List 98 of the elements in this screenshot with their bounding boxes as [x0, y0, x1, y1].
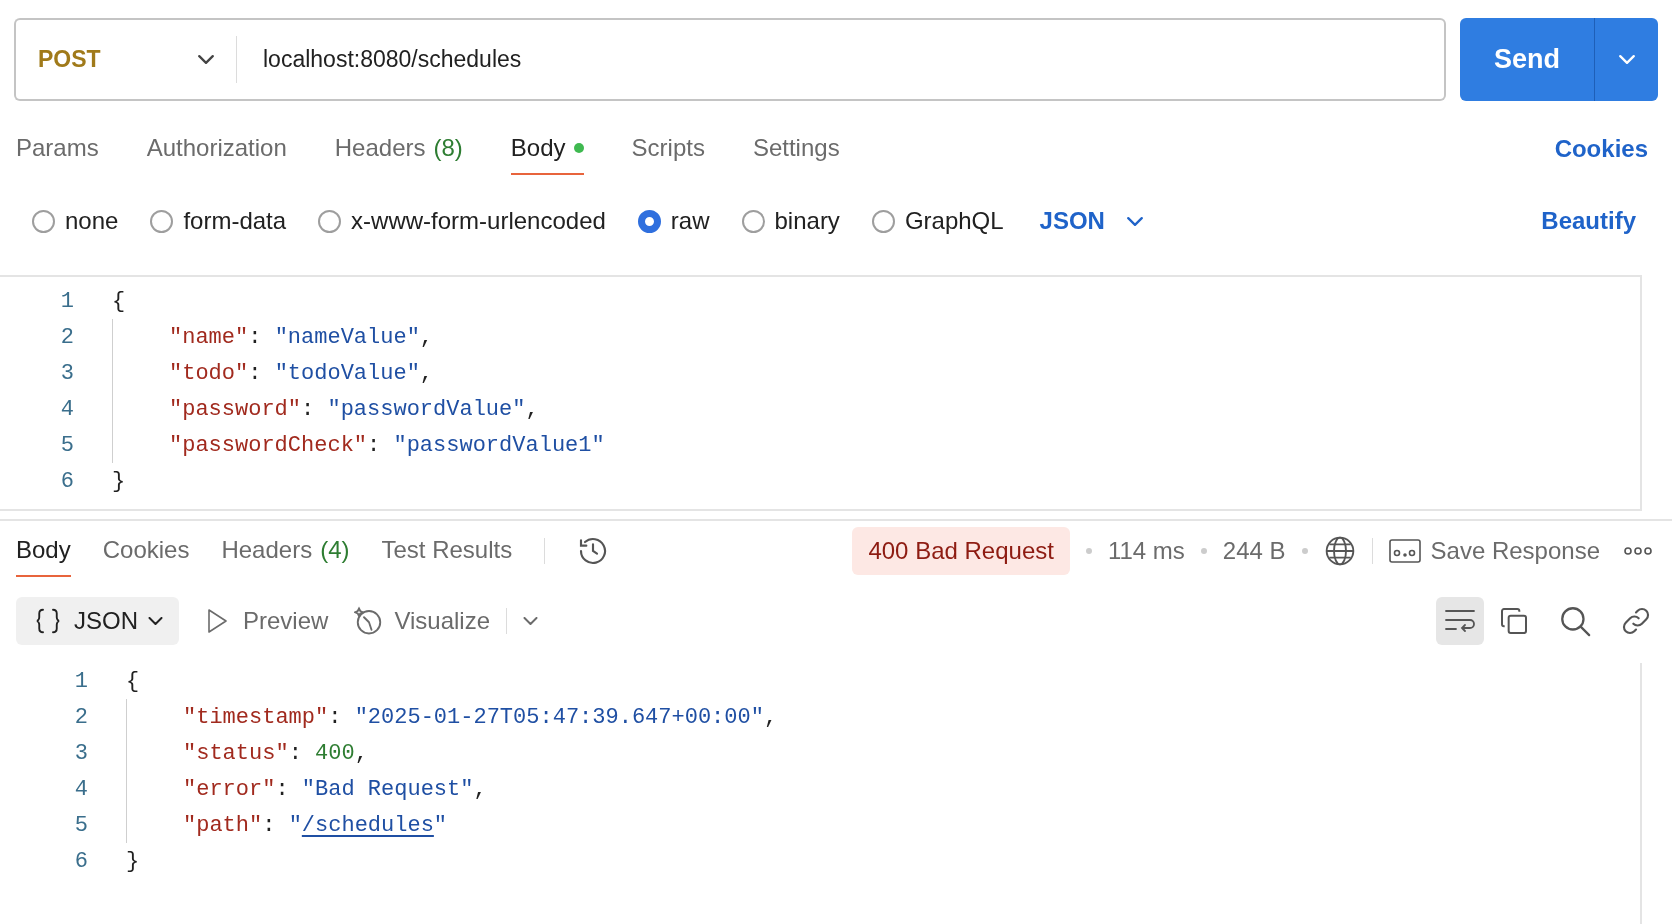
code-token: "passwordValue1"	[393, 431, 605, 460]
response-time: 114 ms	[1107, 536, 1185, 566]
code-token: "error"	[183, 775, 276, 804]
code-token: ,	[419, 359, 434, 388]
tab-count: (4)	[320, 535, 350, 565]
response-viewer[interactable]: 1 { 2 "timestamp": "2025-01-27T05:47:39.647+00:00", 3 "status": 400, 4 "error": "Bad Request", 5 "path": "/schedules" 6 }	[16, 663, 1642, 924]
radio-button[interactable]	[871, 209, 895, 233]
line-number: 1	[59, 287, 74, 316]
radio-button[interactable]	[32, 209, 55, 233]
radio-option[interactable]: x-www-form-urlencoded	[318, 203, 606, 239]
tab[interactable]: Scripts	[631, 123, 705, 175]
chevron-down-icon	[1618, 55, 1635, 64]
code-token: "todo"	[169, 359, 249, 388]
line-number: 3	[73, 739, 88, 768]
format-dropdown[interactable]: JSON	[1039, 203, 1143, 239]
tab-count: (8)	[433, 133, 463, 163]
radio-button[interactable]	[318, 209, 342, 233]
send-button[interactable]: Send	[1460, 18, 1594, 101]
code-token: "2025-01-27T05:47:39.647+00:00"	[354, 703, 764, 732]
globe-icon[interactable]	[1323, 535, 1356, 567]
code-token: }	[126, 847, 140, 876]
code-token: :	[248, 359, 263, 388]
line-number: 2	[73, 703, 88, 732]
radio-option[interactable]: form-data	[150, 203, 287, 239]
tab[interactable]: Test Results	[381, 525, 513, 577]
code-token: :	[248, 323, 263, 352]
code-token: {	[112, 287, 126, 316]
code-token: :	[328, 703, 343, 732]
line-number: 4	[59, 395, 74, 424]
beautify-link[interactable]: Beautify	[1541, 203, 1636, 239]
code-token: {	[126, 667, 140, 696]
code-token: "nameValue"	[274, 323, 420, 352]
line-number: 2	[59, 323, 74, 352]
code-token: ,	[763, 703, 778, 732]
code-token: ,	[354, 739, 368, 768]
code-token: "	[433, 811, 448, 840]
tab[interactable]: Body	[16, 525, 71, 577]
code-token: ,	[419, 323, 434, 352]
code-token: :	[262, 811, 277, 840]
link-icon[interactable]	[1620, 605, 1652, 637]
cookies-link[interactable]: Cookies	[1554, 131, 1648, 167]
code-link[interactable]: /schedules	[301, 808, 434, 842]
radio-button[interactable]	[150, 209, 174, 233]
code-token: "passwordCheck"	[169, 431, 368, 460]
wrap-lines-button[interactable]	[1436, 597, 1484, 645]
code-editor[interactable]: 1 { 2 "name": "nameValue", 3 "todo": "todoValue", 4 "password": "passwordValue", 5 "passwordCheck": "passwordValue1" 6 }	[0, 275, 1642, 511]
tab[interactable]: Cookies	[102, 525, 190, 577]
code-token: "Bad Request"	[301, 775, 474, 804]
radio-button[interactable]	[741, 209, 765, 233]
code-token: :	[301, 395, 316, 424]
chevron-down-icon	[523, 617, 538, 625]
tab[interactable]: Authorization	[146, 123, 287, 175]
line-number: 5	[59, 431, 74, 460]
tab[interactable]: Settings	[752, 123, 840, 175]
example-icon	[1388, 538, 1421, 564]
line-number: 6	[59, 467, 74, 496]
radio-option[interactable]: raw	[637, 203, 710, 239]
tab[interactable]: Params	[16, 123, 99, 175]
search-icon[interactable]	[1558, 604, 1592, 638]
line-number: 1	[73, 667, 88, 696]
chevron-down-icon	[148, 617, 163, 625]
status-badge: 400 Bad Request	[852, 527, 1070, 575]
code-token: "status"	[183, 739, 289, 768]
line-number: 5	[73, 811, 88, 840]
copy-icon[interactable]	[1498, 605, 1530, 637]
code-token: :	[275, 775, 290, 804]
code-token: "timestamp"	[183, 703, 329, 732]
code-token: :	[367, 431, 382, 460]
code-token: "	[288, 811, 302, 840]
code-token: "name"	[169, 323, 249, 352]
line-number: 3	[59, 359, 74, 388]
radio-option[interactable]: binary	[741, 203, 840, 239]
preview-button[interactable]: Preview	[205, 603, 329, 639]
visualize-button[interactable]: Visualize	[354, 603, 490, 639]
code-token: "password"	[169, 395, 302, 424]
code-token: "todoValue"	[274, 359, 420, 388]
tab[interactable]: Headers (8)	[334, 123, 463, 175]
tab[interactable]: Body	[510, 123, 584, 175]
code-token: ,	[473, 775, 487, 804]
code-token: }	[112, 467, 126, 496]
more-icon[interactable]	[1624, 547, 1652, 555]
chevron-down-icon	[1126, 216, 1143, 226]
code-token: "passwordValue"	[327, 395, 526, 424]
radio-button[interactable]	[637, 209, 661, 233]
tab[interactable]: Headers (4)	[221, 525, 350, 577]
format-dropdown[interactable]: JSON	[16, 597, 179, 645]
radio-option[interactable]: GraphQL	[871, 203, 1004, 239]
radio-option[interactable]: none	[32, 203, 119, 239]
play-icon	[205, 608, 229, 634]
line-number: 6	[73, 847, 88, 876]
response-size: 244 B	[1222, 536, 1286, 566]
wrap-lines-icon	[1444, 607, 1476, 635]
code-token: :	[288, 739, 303, 768]
line-number: 4	[73, 775, 88, 804]
code-token: "path"	[183, 811, 263, 840]
code-token: ,	[525, 395, 539, 424]
code-token: 400	[315, 739, 355, 768]
save-response-button[interactable]: Save Response	[1388, 533, 1600, 569]
